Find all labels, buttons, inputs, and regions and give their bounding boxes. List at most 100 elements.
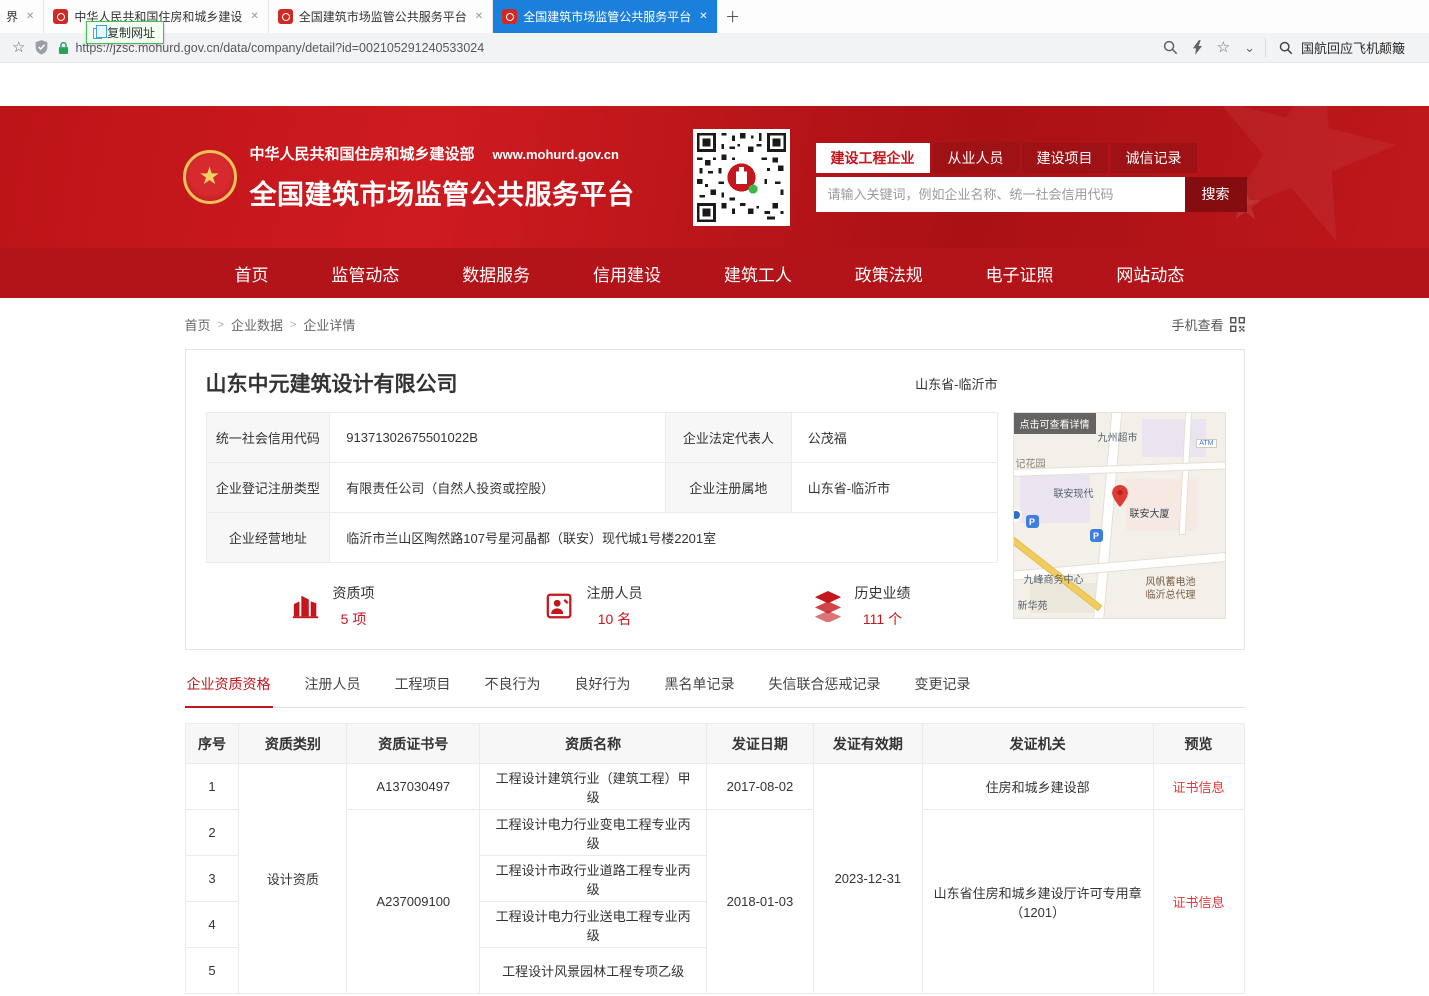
qualification-icon (291, 591, 321, 621)
col-header-issue-date: 发证日期 (706, 724, 813, 764)
certificate-info-link[interactable]: 证书信息 (1173, 895, 1225, 910)
tab-projects[interactable]: 工程项目 (393, 674, 453, 707)
map-block (1142, 419, 1206, 457)
keyword-search-input[interactable] (816, 177, 1185, 212)
copy-url-tooltip-label: 复制网址 (107, 24, 155, 41)
map-pin-icon (1112, 485, 1128, 507)
map-atm-badge: ATM (1196, 439, 1216, 448)
tab-change-records[interactable]: 变更记录 (913, 674, 973, 707)
url-box[interactable]: https://jzsc.mohurd.gov.cn/data/company/… (58, 41, 1152, 55)
nav-item-credit[interactable]: 信用建设 (593, 261, 661, 286)
tab-registered-personnel[interactable]: 注册人员 (303, 674, 363, 707)
tab-blacklist[interactable]: 黑名单记录 (663, 674, 737, 707)
cell-name: 工程设计市政行业道路工程专业丙级 (480, 856, 707, 902)
browser-tab-jzsc[interactable]: 全国建筑市场监管公共服务平台 ✕ (269, 0, 493, 33)
tab-dishonesty-records[interactable]: 失信联合惩戒记录 (767, 674, 883, 707)
personnel-icon (545, 591, 575, 621)
certificate-info-link[interactable]: 证书信息 (1173, 780, 1225, 795)
platform-title: 全国建筑市场监管公共服务平台 (250, 173, 635, 212)
cell-category: 设计资质 (239, 764, 347, 994)
breadcrumb-company-data[interactable]: 企业数据 (231, 315, 283, 334)
legal-person-value: 公茂福 (791, 413, 997, 463)
mobile-view-button[interactable]: 手机查看 (1171, 315, 1244, 334)
ssl-lock-icon (58, 41, 69, 55)
chevron-down-icon[interactable]: ⌄ (1244, 41, 1255, 54)
cell-name: 工程设计风景园林工程专项乙级 (480, 948, 707, 994)
company-name: 山东中元建筑设计有限公司 (206, 368, 458, 398)
browser-address-bar: ☆ https://jzsc.mohurd.gov.cn/data/compan… (0, 33, 1429, 63)
cell-name: 工程设计电力行业变电工程专业丙级 (480, 810, 707, 856)
cell-issue-date: 2017-08-02 (706, 764, 813, 810)
tab-close-icon[interactable]: ✕ (250, 11, 258, 22)
map-hint: 点击可查看详情 (1014, 413, 1096, 434)
parking-icon: P (1090, 529, 1103, 542)
col-header-cert-no: 资质证书号 (347, 724, 480, 764)
table-row: 1 设计资质 A137030497 工程设计建筑行业（建筑工程）甲级 2017-… (185, 764, 1244, 810)
qr-code-image (697, 133, 786, 222)
nav-item-site-news[interactable]: 网站动态 (1116, 261, 1184, 286)
breadcrumb-separator: > (290, 319, 296, 331)
cell-authority: 山东省住房和城乡建设厅许可专用章（1201） (922, 810, 1153, 994)
bookmark-star-icon[interactable]: ☆ (12, 40, 25, 55)
search-tab-credit[interactable]: 诚信记录 (1111, 143, 1197, 173)
company-info-card: 山东中元建筑设计有限公司 山东省-临沂市 统一社会信用代码 9137130267… (185, 349, 1245, 650)
company-info-table: 统一社会信用代码 91371302675501022B 企业法定代表人 公茂福 … (206, 412, 998, 563)
hot-search-text: 国航回应飞机颠簸 (1301, 38, 1405, 57)
breadcrumb: 首页 > 企业数据 > 企业详情 手机查看 (185, 315, 1245, 334)
nav-item-supervision-news[interactable]: 监管动态 (331, 261, 399, 286)
cell-cert-no: A137030497 (347, 764, 480, 810)
tab-good-behavior[interactable]: 良好行为 (573, 674, 633, 707)
stat-qualifications[interactable]: 资质项 5 项 (291, 583, 375, 629)
national-emblem-logo (183, 150, 237, 204)
tab-bad-behavior[interactable]: 不良行为 (483, 674, 543, 707)
nav-item-home[interactable]: 首页 (235, 261, 269, 286)
main-navigation: 首页 监管动态 数据服务 信用建设 建筑工人 政策法规 电子证照 网站动态 (0, 248, 1429, 298)
credit-code-value: 91371302675501022B (330, 413, 666, 463)
flash-icon[interactable] (1192, 40, 1203, 55)
reg-type-label: 企业登记注册类型 (206, 463, 330, 513)
search-tab-project[interactable]: 建设项目 (1022, 143, 1108, 173)
browser-tab-partial[interactable]: 界 ✕ (0, 0, 44, 33)
reg-region-value: 山东省-临沂市 (791, 463, 997, 513)
stat-label: 注册人员 (587, 583, 643, 603)
tab-title: 全国建筑市场监管公共服务平台 (299, 8, 467, 25)
site-qr-code (693, 129, 790, 226)
legal-person-label: 企业法定代表人 (665, 413, 791, 463)
browser-tab-active[interactable]: 全国建筑市场监管公共服务平台 ✕ (493, 0, 717, 33)
cell-name: 工程设计建筑行业（建筑工程）甲级 (480, 764, 707, 810)
col-header-validity: 发证有效期 (813, 724, 922, 764)
map-label-supermarket: 九州超市 (1098, 429, 1138, 444)
cell-no: 1 (185, 764, 239, 810)
tab-qualifications[interactable]: 企业资质资格 (185, 674, 273, 708)
search-tab-personnel[interactable]: 从业人员 (933, 143, 1019, 173)
nav-item-policies[interactable]: 政策法规 (855, 261, 923, 286)
stat-value: 10 名 (587, 609, 643, 629)
parking-icon: P (1026, 515, 1039, 528)
search-button[interactable]: 搜索 (1185, 177, 1247, 212)
tab-close-icon[interactable]: ✕ (699, 11, 707, 22)
favorite-star-icon[interactable]: ☆ (1217, 40, 1230, 55)
browser-search-box[interactable]: 国航回应飞机颠簸 (1265, 38, 1417, 57)
site-safety-shield-icon[interactable] (35, 40, 48, 55)
nav-item-e-certificates[interactable]: 电子证照 (986, 261, 1054, 286)
zoom-icon[interactable] (1163, 40, 1178, 55)
tab-close-icon[interactable]: ✕ (475, 11, 483, 22)
new-tab-button[interactable]: ＋ (718, 0, 748, 33)
nav-item-data-services[interactable]: 数据服务 (462, 261, 530, 286)
cell-authority: 住房和城乡建设部 (922, 764, 1153, 810)
stat-registered-personnel[interactable]: 注册人员 10 名 (545, 583, 643, 629)
ministry-name: 中华人民共和国住房和城乡建设部 (250, 143, 475, 164)
cell-name: 工程设计电力行业送电工程专业丙级 (480, 902, 707, 948)
col-header-name: 资质名称 (480, 724, 707, 764)
nav-item-workers[interactable]: 建筑工人 (724, 261, 792, 286)
map-label-garden: 记花园 (1016, 455, 1046, 470)
breadcrumb-separator: > (218, 319, 224, 331)
tab-close-icon[interactable]: ✕ (26, 11, 34, 22)
map-label-lianan-tower: 联安大厦 (1130, 505, 1170, 520)
breadcrumb-home[interactable]: 首页 (185, 315, 211, 334)
company-location-map[interactable]: 点击可查看详情 九州超市 ATM 记花园 联安现代 P P 联安大厦 九峰商务中… (1013, 412, 1226, 619)
search-tab-enterprise[interactable]: 建设工程企业 (816, 143, 930, 173)
page-top-gap (0, 63, 1429, 106)
stat-history-performance[interactable]: 历史业绩 111 个 (813, 583, 911, 629)
site-banner: 中华人民共和国住房和城乡建设部 www.mohurd.gov.cn 全国建筑市场… (0, 106, 1429, 248)
